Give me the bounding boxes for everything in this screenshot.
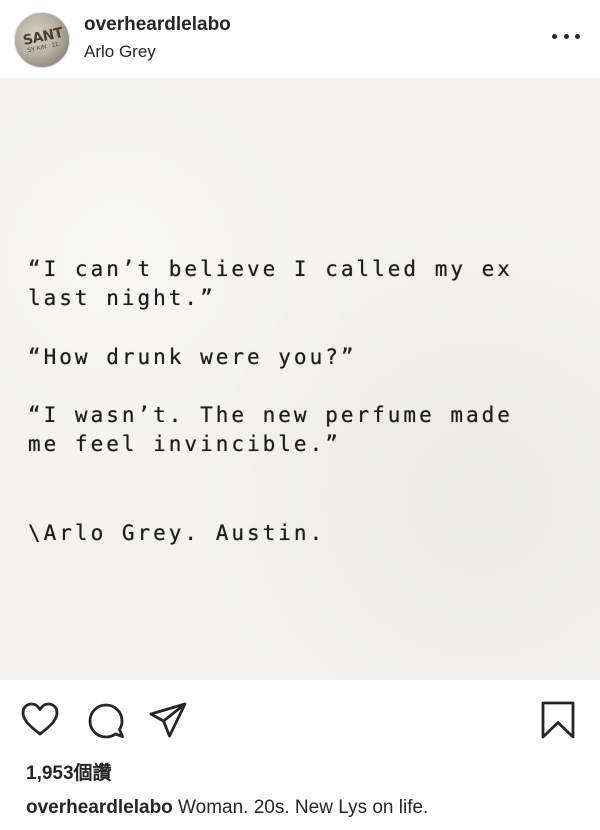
post-text-line: “How drunk were you?” — [28, 345, 357, 369]
post-caption: overheardlelabo Woman. 20s. New Lys on l… — [26, 797, 428, 819]
post-header: SANT SY KIN · 21 overheardlelabo Arlo Gr… — [0, 0, 600, 79]
more-horizontal-icon[interactable] — [552, 28, 580, 44]
like-count[interactable]: 1,953個讚 — [26, 758, 112, 785]
post-text-line: last night.” — [28, 286, 216, 310]
post-text-line: me feel invincible.” — [28, 432, 341, 456]
caption-text: Woman. 20s. New Lys on life. — [172, 797, 429, 818]
bookmark-icon[interactable] — [538, 700, 578, 740]
post-text-line: “I wasn’t. The new perfume made — [28, 403, 513, 427]
action-bar — [0, 680, 600, 758]
post-text-line: “I can’t believe I called my ex — [28, 257, 513, 281]
post-signature: \Arlo Grey. Austin. — [28, 521, 326, 545]
heart-icon[interactable] — [20, 700, 60, 740]
caption-username[interactable]: overheardlelabo — [26, 797, 173, 818]
comment-icon[interactable] — [86, 700, 126, 740]
paper-plane-icon[interactable] — [148, 700, 188, 740]
avatar[interactable]: SANT SY KIN · 21 — [14, 12, 70, 68]
post-image[interactable]: “I can’t believe I called my ex last nig… — [0, 79, 600, 680]
header-location[interactable]: Arlo Grey — [84, 42, 156, 62]
header-username[interactable]: overheardlelabo — [84, 14, 231, 36]
